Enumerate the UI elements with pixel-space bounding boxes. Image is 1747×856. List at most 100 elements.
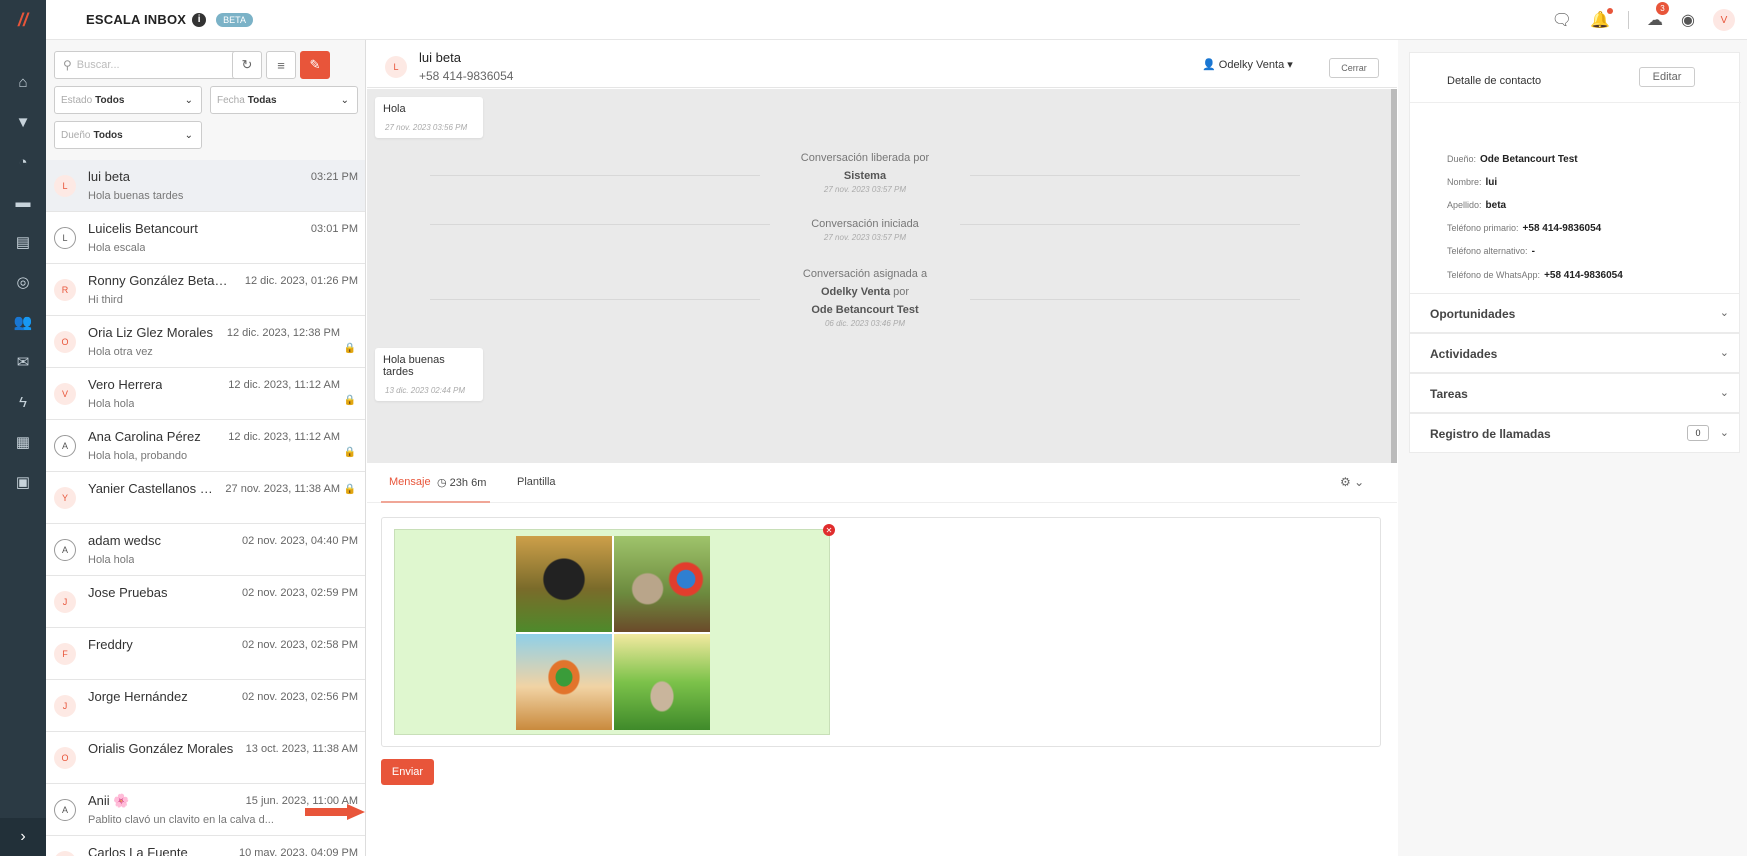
- contact-name: Yanier Castellanos G...: [88, 481, 220, 496]
- send-button[interactable]: Enviar: [381, 759, 434, 785]
- avatar: Y: [54, 487, 76, 509]
- incoming-message: Hola buenas tardes 13 dic. 2023 02:44 PM: [375, 348, 483, 401]
- notifications-button[interactable]: 🔔: [1590, 8, 1614, 30]
- conversation-item[interactable]: V Vero Herrera 12 dic. 2023, 11:12 AM Ho…: [46, 368, 365, 420]
- info-icon[interactable]: i: [192, 12, 207, 27]
- tab-plantilla[interactable]: Plantilla: [517, 476, 556, 488]
- refresh-button[interactable]: ↻: [232, 51, 262, 79]
- folder-icon[interactable]: ▬: [0, 182, 46, 222]
- conversation-list-panel: ⚲ Buscar... ↻ ≡ ✎ Estado Todos ⌄ Fecha Tod…: [46, 40, 366, 856]
- conversation-item[interactable]: J Jorge Hernández 02 nov. 2023, 02:56 PM: [46, 680, 365, 732]
- timestamp: 12 dic. 2023, 11:12 AM: [228, 431, 340, 443]
- alerts-button[interactable]: ☁ 3: [1647, 2, 1670, 30]
- filter-button[interactable]: ≡: [266, 51, 296, 79]
- document-icon[interactable]: ▤: [0, 222, 46, 262]
- message-editor[interactable]: ✕: [381, 517, 1381, 747]
- contact-name: Jose Pruebas: [88, 585, 168, 600]
- section-title: Oportunidades: [1430, 307, 1516, 321]
- lastname-value: beta: [1485, 200, 1507, 211]
- remove-attachment-button[interactable]: ✕: [823, 524, 835, 536]
- conversation-item[interactable]: J Jose Pruebas 02 nov. 2023, 02:59 PM: [46, 576, 365, 628]
- mail-icon[interactable]: ✉: [0, 342, 46, 382]
- event-text: Conversación iniciada: [811, 218, 919, 230]
- estado-label: Estado: [61, 94, 93, 106]
- conversation-item[interactable]: O Orialis González Morales 13 oct. 2023,…: [46, 732, 365, 784]
- chevron-down-icon: ⌄: [1719, 427, 1729, 439]
- support-icon[interactable]: ◉: [1681, 10, 1695, 30]
- reports-icon[interactable]: ▦: [0, 422, 46, 462]
- settings-dropdown[interactable]: ⚙ ⌄: [1340, 475, 1364, 489]
- tab-mensaje[interactable]: Mensaje: [389, 476, 431, 488]
- owner-label: Dueño:: [1447, 154, 1477, 164]
- users-icon[interactable]: 👥: [0, 302, 46, 342]
- refresh-icon: ↻: [241, 57, 253, 72]
- contact-name: Freddry: [88, 637, 133, 652]
- accordion-actividades[interactable]: Actividades ⌄: [1409, 333, 1740, 373]
- escala-logo[interactable]: //: [0, 0, 46, 40]
- left-nav-rail: // ⌂ ▼ ◔ ▬ ▤ ◎ 👥 ✉ ϟ ▦ ▣ ›: [0, 0, 46, 856]
- conversation-item[interactable]: A adam wedsc 02 nov. 2023, 04:40 PM Hola…: [46, 524, 365, 576]
- lastname-field: Apellido: beta: [1447, 200, 1506, 211]
- estado-select[interactable]: Estado Todos ⌄: [54, 86, 202, 114]
- message-text: Hola buenas tardes: [383, 354, 445, 378]
- edit-contact-button[interactable]: Editar: [1639, 67, 1695, 87]
- expand-rail-button[interactable]: ›: [0, 818, 46, 856]
- primary-phone-field: Teléfono primario: +58 414-9836054: [1447, 223, 1601, 234]
- event-date: 06 dic. 2023 03:46 PM: [824, 319, 906, 328]
- target-icon[interactable]: ◎: [0, 262, 46, 302]
- last-message: Hola hola, probando: [88, 450, 188, 462]
- user-avatar[interactable]: V: [1713, 9, 1735, 31]
- funnel-icon[interactable]: ▼: [0, 102, 46, 142]
- message-date: 13 dic. 2023 02:44 PM: [385, 386, 466, 395]
- contact-name: lui beta: [88, 169, 130, 184]
- lock-icon: 🔒: [343, 484, 356, 495]
- contact-panel: Detalle de contacto Editar Dueño: Ode Bet…: [1398, 40, 1747, 856]
- avatar: J: [54, 695, 76, 717]
- conversation-item[interactable]: R Ronny González Betanc... 12 dic. 2023,…: [46, 264, 365, 316]
- timestamp: 27 nov. 2023, 11:38 AM: [225, 483, 340, 495]
- bell-icon: 🔔: [1590, 12, 1611, 29]
- scrollbar[interactable]: [1391, 89, 1397, 463]
- timestamp: 10 may. 2023, 04:09 PM: [238, 847, 358, 856]
- avatar: A: [54, 539, 76, 561]
- owner-select[interactable]: 👤 Odelky Venta ▾: [1202, 58, 1293, 71]
- accordion-oportunidades[interactable]: Oportunidades ⌄: [1409, 293, 1740, 333]
- search-placeholder: Buscar...: [76, 59, 120, 71]
- accordion-registro-llamadas[interactable]: Registro de llamadas 0 ⌄: [1409, 413, 1740, 453]
- chevron-down-icon: ⌄: [1719, 347, 1729, 359]
- whatsapp-phone-field: Teléfono de WhatsApp: +58 414-9836054: [1447, 270, 1623, 281]
- conversation-item[interactable]: C Carlos La Fuente 10 may. 2023, 04:09 P…: [46, 836, 365, 856]
- user-icon: 👤: [1202, 59, 1216, 71]
- conversation-item[interactable]: O Oria Liz Glez Morales 12 dic. 2023, 12…: [46, 316, 365, 368]
- top-bar: ESCALA INBOX i BETA 🗨 🔔 ☁ 3 ◉ V: [46, 0, 1747, 40]
- avatar: L: [54, 227, 76, 249]
- dueno-select[interactable]: Dueño Todos ⌄: [54, 121, 202, 149]
- conversation-item[interactable]: F Freddry 02 nov. 2023, 02:58 PM: [46, 628, 365, 680]
- timestamp: 03:01 PM: [310, 223, 358, 235]
- conversation-item[interactable]: A Ana Carolina Pérez 12 dic. 2023, 11:12…: [46, 420, 365, 472]
- fecha-select[interactable]: Fecha Todas ⌄: [210, 86, 358, 114]
- avatar: J: [54, 591, 76, 613]
- divider: [1628, 11, 1630, 29]
- message-history: Hola 27 nov. 2023 03:56 PM Conversación …: [367, 89, 1397, 463]
- avatar: V: [54, 383, 76, 405]
- conversation-item[interactable]: L Luicelis Betancourt 03:01 PM Hola esca…: [46, 212, 365, 264]
- chat-icon[interactable]: ▣: [0, 462, 46, 502]
- event-date: 27 nov. 2023 03:57 PM: [823, 185, 907, 194]
- search-input[interactable]: ⚲ Buscar...: [54, 51, 251, 79]
- last-message: Hi third: [88, 294, 123, 306]
- whatsapp-phone-label: Teléfono de WhatsApp:: [1447, 270, 1541, 280]
- primary-phone-label: Teléfono primario:: [1447, 223, 1519, 233]
- new-message-button[interactable]: ✎: [300, 51, 330, 79]
- home-icon[interactable]: ⌂: [0, 62, 46, 102]
- timer: ◷ 23h 6m: [437, 476, 486, 489]
- close-conversation-button[interactable]: Cerrar: [1329, 58, 1379, 78]
- accordion-tareas[interactable]: Tareas ⌄: [1409, 373, 1740, 413]
- timestamp: 12 dic. 2023, 12:38 PM: [226, 327, 340, 339]
- conversations-icon[interactable]: 🗨: [1552, 10, 1572, 30]
- conversation-item[interactable]: Y Yanier Castellanos G... 27 nov. 2023, …: [46, 472, 365, 524]
- lightning-icon[interactable]: ϟ: [0, 382, 46, 422]
- pie-chart-icon[interactable]: ◔: [0, 142, 46, 182]
- contact-name: Ana Carolina Pérez: [88, 429, 201, 444]
- conversation-item[interactable]: L lui beta 03:21 PM Hola buenas tardes: [46, 160, 365, 212]
